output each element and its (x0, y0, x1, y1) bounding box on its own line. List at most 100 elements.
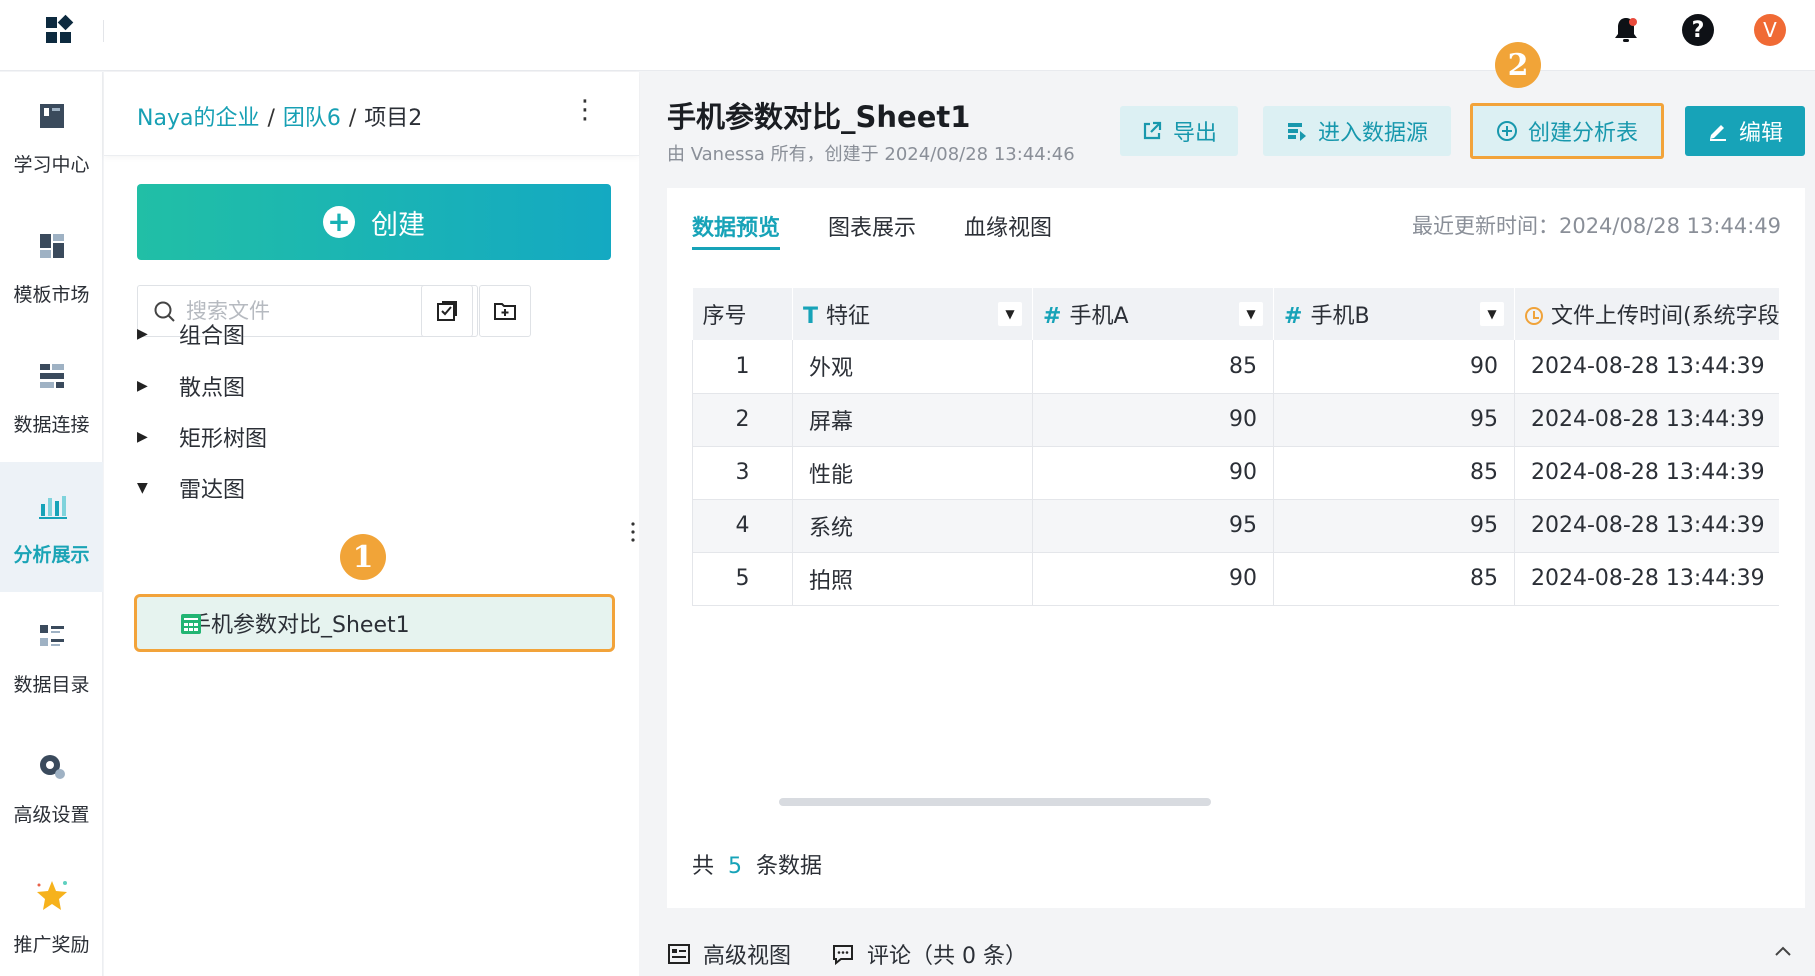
edit-button[interactable]: 编辑 (1685, 106, 1805, 156)
tree-folder-label: 雷达图 (179, 478, 246, 503)
bottom-bar: 高级视图 评论（共 0 条） (667, 932, 1805, 976)
cell-feature: 外观 (792, 340, 1033, 394)
data-card: 数据预览 图表展示 血缘视图 最近更新时间：2024/08/28 13:44:4… (667, 188, 1805, 908)
row-count: 共 5 条数据 (692, 854, 823, 879)
cell-phone-a: 90 (1032, 393, 1274, 447)
nav-item-catalog[interactable]: 数据目录 (0, 592, 103, 722)
column-header-feature[interactable]: T 特征 ▼ (792, 288, 1033, 340)
step-badge-2: 2 (1495, 42, 1541, 88)
page-subtitle: 由 Vanessa 所有，创建于 2024/08/28 13:44:46 (667, 144, 1075, 165)
cell-phone-a: 90 (1032, 446, 1274, 500)
cell-index: 2 (692, 393, 793, 447)
caret-right-icon: ▶ (137, 429, 148, 445)
text-type-icon: T (803, 304, 819, 329)
table-row: 3 性能 90 85 2024-08-28 13:44:39 (692, 446, 1779, 500)
cell-phone-a: 90 (1032, 552, 1274, 606)
last-updated: 最近更新时间：2024/08/28 13:44:49 (1411, 214, 1781, 238)
export-icon (1143, 121, 1162, 140)
left-nav: 学习中心 模板市场 数据连接 分析展示 数据目录 高级设置 推广奖励 (0, 72, 103, 976)
nav-item-analysis[interactable]: 分析展示 (0, 462, 103, 592)
create-analysis-button[interactable]: 创建分析表 (1470, 103, 1664, 159)
nav-item-learning[interactable]: 学习中心 (0, 72, 103, 202)
catalog-icon (39, 624, 64, 646)
table-row: 1 外观 85 90 2024-08-28 13:44:39 (692, 340, 1779, 394)
new-folder-button[interactable] (479, 285, 531, 337)
tree-folder[interactable]: ▶ 矩形树图 (137, 417, 267, 457)
cell-phone-a: 95 (1032, 499, 1274, 553)
gear-icon (39, 754, 65, 779)
column-header-upload-time[interactable]: 文件上传时间(系统字段) (1514, 288, 1779, 340)
export-button[interactable]: 导出 (1120, 106, 1238, 156)
nav-item-rewards[interactable]: 推广奖励 (0, 852, 103, 976)
comments-button[interactable]: 评论（共 0 条） (831, 938, 1027, 970)
table-row: 2 屏幕 90 95 2024-08-28 13:44:39 (692, 393, 1779, 447)
tree-file-selected[interactable]: 手机参数对比_Sheet1 (134, 594, 615, 652)
column-header-index: 序号 (692, 288, 793, 340)
data-connect-icon (39, 363, 64, 388)
tree-folder[interactable]: ▶ 散点图 (137, 366, 245, 406)
dropdown-caret-icon[interactable]: ▼ (1480, 302, 1504, 326)
dropdown-caret-icon[interactable]: ▼ (1239, 302, 1263, 326)
nav-label: 数据连接 (13, 413, 90, 436)
column-header-phone-a[interactable]: # 手机A ▼ (1032, 288, 1274, 340)
tree-folder-label: 矩形树图 (179, 427, 268, 452)
nav-label: 推广奖励 (13, 933, 90, 956)
nav-item-settings[interactable]: 高级设置 (0, 722, 103, 852)
breadcrumb-team[interactable]: 团队6 (283, 106, 341, 131)
cell-index: 5 (692, 552, 793, 606)
nav-label: 分析展示 (13, 543, 90, 566)
tree-folder[interactable]: ▶ 组合图 (137, 314, 245, 354)
cell-index: 1 (692, 340, 793, 394)
help-icon[interactable]: ? (1680, 12, 1716, 48)
view-tabs: 数据预览 图表展示 血缘视图 (692, 188, 1052, 260)
tree-folder-label: 组合图 (179, 324, 246, 349)
cell-phone-b: 95 (1273, 393, 1515, 447)
nav-label: 高级设置 (13, 803, 90, 826)
number-type-icon: # (1284, 304, 1303, 329)
star-icon (36, 880, 67, 910)
breadcrumb: Naya的企业 / 团队6 / 项目2 (137, 100, 422, 132)
cell-feature: 系统 (792, 499, 1033, 553)
notification-bell-icon[interactable] (1608, 12, 1644, 48)
explorer-header: Naya的企业 / 团队6 / 项目2 ⋮ (104, 72, 639, 156)
batch-select-button[interactable] (421, 285, 473, 337)
bar-chart-icon (38, 495, 67, 519)
breadcrumb-separator: / (348, 106, 357, 131)
nav-item-templates[interactable]: 模板市场 (0, 202, 103, 332)
main-content: 手机参数对比_Sheet1 由 Vanessa 所有，创建于 2024/08/2… (640, 42, 1815, 976)
panel-resize-handle[interactable] (630, 520, 636, 544)
tab-chart-view[interactable]: 图表展示 (828, 188, 916, 260)
nav-item-data-connect[interactable]: 数据连接 (0, 332, 103, 462)
cell-upload-time: 2024-08-28 13:44:39 (1514, 393, 1779, 447)
cell-phone-b: 85 (1273, 446, 1515, 500)
breadcrumb-enterprise[interactable]: Naya的企业 (137, 106, 259, 131)
dropdown-caret-icon[interactable]: ▼ (998, 302, 1022, 326)
horizontal-scrollbar[interactable] (779, 798, 1211, 806)
number-type-icon: # (1043, 304, 1062, 329)
plus-circle-icon (1496, 121, 1517, 141)
table-row: 5 拍照 90 85 2024-08-28 13:44:39 (692, 552, 1779, 606)
more-options-icon[interactable]: ⋮ (572, 97, 598, 128)
app-logo-icon[interactable] (44, 14, 76, 46)
advanced-view-button[interactable]: 高级视图 (667, 938, 791, 970)
tab-data-preview[interactable]: 数据预览 (692, 188, 781, 260)
enter-datasource-label: 进入数据源 (1317, 121, 1428, 146)
tab-lineage-view[interactable]: 血缘视图 (964, 188, 1052, 260)
plus-icon: + (323, 206, 355, 238)
cell-feature: 拍照 (792, 552, 1033, 606)
checklist-icon (437, 301, 457, 321)
cell-upload-time: 2024-08-28 13:44:39 (1514, 340, 1779, 394)
file-explorer: Naya的企业 / 团队6 / 项目2 ⋮ + 创建 ▶ 组合图 ▶ 散点图 ▶ 矩形树… (104, 72, 639, 976)
chevron-up-icon[interactable] (1771, 940, 1795, 964)
cell-phone-b: 85 (1273, 552, 1515, 606)
page-title: 手机参数对比_Sheet1 (667, 100, 971, 134)
create-label: 创建 (371, 209, 425, 241)
create-analysis-label: 创建分析表 (1527, 121, 1638, 146)
nav-label: 模板市场 (13, 283, 90, 306)
enter-datasource-button[interactable]: 进入数据源 (1263, 106, 1451, 156)
export-label: 导出 (1172, 121, 1217, 146)
tree-folder-expanded[interactable]: ▼ 雷达图 (137, 468, 245, 508)
avatar[interactable]: V (1752, 12, 1788, 48)
column-header-phone-b[interactable]: # 手机B ▼ (1273, 288, 1515, 340)
create-button[interactable]: + 创建 (137, 184, 611, 260)
